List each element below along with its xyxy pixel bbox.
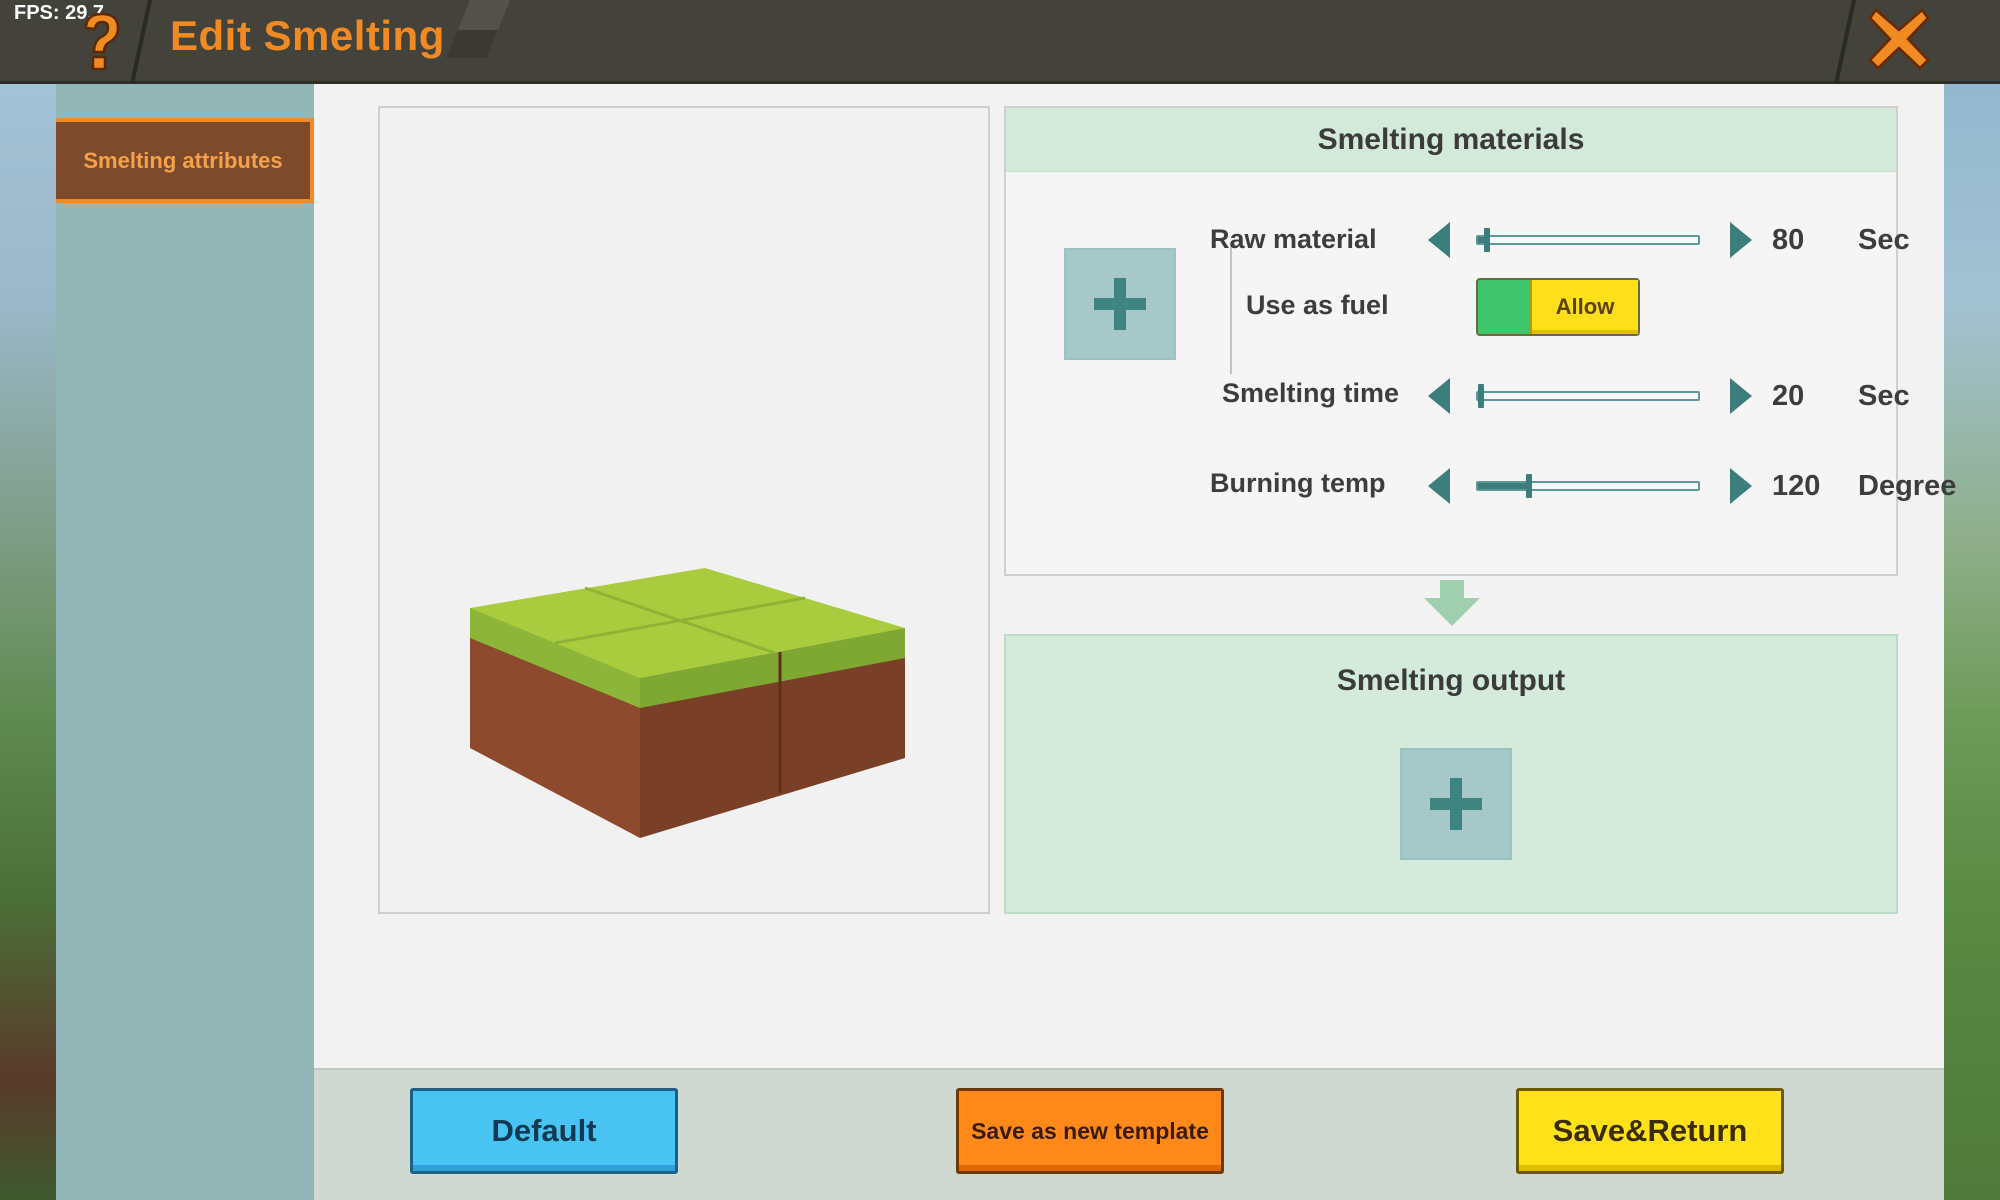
use-as-fuel-toggle[interactable]: Allow (1476, 278, 1640, 336)
raw-material-slot[interactable] (1064, 248, 1176, 360)
smelting-time-label: Smelting time (1222, 378, 1400, 408)
smelting-materials-title: Smelting materials (1317, 122, 1585, 156)
burning-temp-slider-thumb[interactable] (1526, 474, 1532, 498)
plus-icon (1430, 778, 1482, 830)
grass-block-icon (470, 568, 905, 838)
use-as-fuel-toggle-knob: Allow (1530, 280, 1638, 334)
smelting-time-value: 20 (1772, 380, 1805, 412)
raw-material-slider-thumb[interactable] (1484, 228, 1490, 252)
raw-material-decrease-icon[interactable] (1426, 220, 1452, 260)
save-and-return-button[interactable]: Save&Return (1516, 1088, 1784, 1174)
background-scenery-right (1940, 0, 2000, 1200)
smelting-materials-panel: Smelting materials Raw material 80 Sec U… (1004, 106, 1956, 576)
block-preview (378, 106, 990, 914)
title-bar: FPS: 29.7 Edit Smelting (0, 0, 2000, 84)
raw-material-increase-icon[interactable] (1728, 220, 1754, 260)
title-decoration (446, 0, 510, 58)
smelting-output-title: Smelting output (1336, 664, 1566, 697)
close-x-icon[interactable] (1868, 8, 1930, 70)
sidebar-tab-smelting-attributes[interactable]: Smelting attributes (56, 118, 314, 203)
default-button[interactable]: Default (410, 1088, 678, 1174)
burning-temp-value: 120 (1772, 470, 1821, 502)
raw-material-slider[interactable] (1476, 228, 1700, 252)
smelting-output-slot[interactable] (1400, 748, 1512, 860)
title-divider (130, 0, 152, 84)
use-as-fuel-toggle-label: Allow (1555, 294, 1615, 319)
smelting-time-slider[interactable] (1476, 384, 1700, 408)
smelting-time-slider-thumb[interactable] (1478, 384, 1484, 408)
smelting-time-decrease-icon[interactable] (1426, 376, 1452, 416)
smelting-time-increase-icon[interactable] (1728, 376, 1754, 416)
burning-temp-unit: Degree (1858, 470, 1957, 502)
sidebar (56, 84, 314, 1200)
raw-material-label: Raw material (1210, 224, 1377, 254)
use-as-fuel-label: Use as fuel (1246, 290, 1389, 320)
save-as-new-template-button[interactable]: Save as new template (956, 1088, 1224, 1174)
burning-temp-increase-icon[interactable] (1728, 466, 1754, 506)
burning-temp-slider[interactable] (1476, 474, 1700, 498)
question-mark-icon[interactable] (76, 10, 124, 74)
sidebar-tab-label: Smelting attributes (83, 147, 283, 173)
burning-temp-label: Burning temp (1210, 468, 1386, 498)
tree-connector-line (1230, 244, 1232, 374)
smelting-output-panel: Smelting output (1004, 634, 1898, 914)
smelting-time-unit: Sec (1858, 380, 1910, 412)
down-arrow-icon (1424, 580, 1480, 626)
page-title: Edit Smelting (170, 12, 445, 59)
raw-material-unit: Sec (1858, 224, 1910, 256)
plus-icon (1094, 278, 1146, 330)
burning-temp-slider-fill (1478, 483, 1529, 489)
burning-temp-decrease-icon[interactable] (1426, 466, 1452, 506)
background-scenery-left (0, 0, 60, 1200)
raw-material-value: 80 (1772, 224, 1805, 256)
smelting-materials-header: Smelting materials (1006, 108, 1896, 172)
